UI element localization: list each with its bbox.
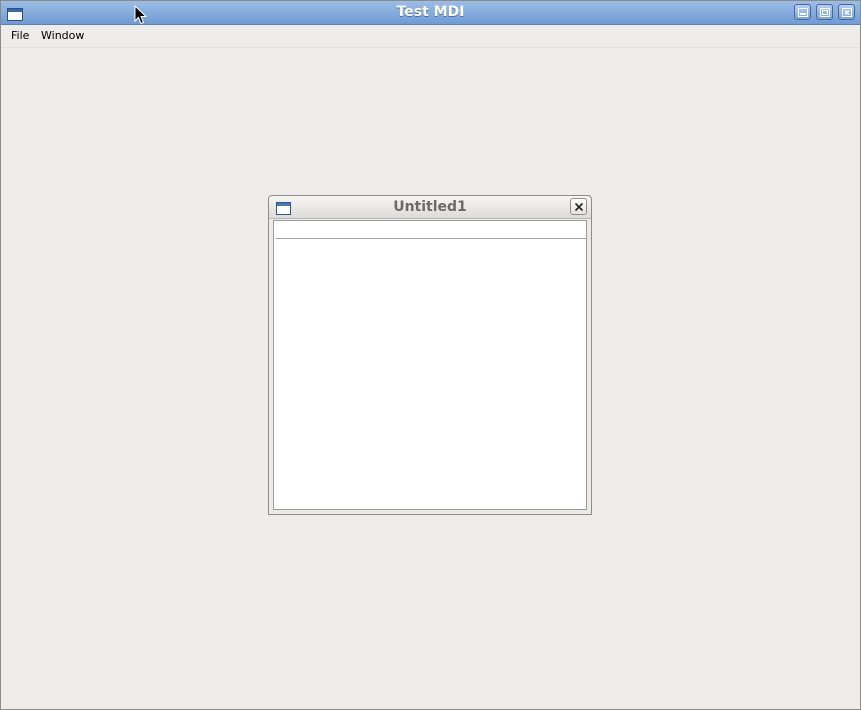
menu-window[interactable]: Window (41, 29, 84, 43)
maximize-icon (820, 8, 830, 17)
mdi-child-window[interactable]: Untitled1 (268, 195, 592, 515)
child-titlebar[interactable]: Untitled1 (269, 196, 591, 219)
child-window-title: Untitled1 (393, 199, 467, 215)
main-window-title: Test MDI (396, 4, 465, 20)
content-divider (276, 238, 586, 239)
child-close-button[interactable] (570, 198, 587, 215)
minimize-button[interactable] (794, 4, 811, 20)
menu-file[interactable]: File (11, 29, 29, 43)
main-window: Test MDI File Window Untitled1 (0, 0, 861, 710)
close-icon (574, 202, 584, 212)
close-icon (842, 8, 852, 17)
mouse-cursor-icon (134, 4, 148, 29)
maximize-button[interactable] (816, 4, 833, 20)
child-text-area[interactable] (273, 220, 587, 510)
menu-bar: File Window (1, 25, 860, 48)
main-titlebar[interactable]: Test MDI (1, 1, 860, 25)
minimize-icon (798, 8, 808, 17)
close-button[interactable] (838, 4, 855, 20)
